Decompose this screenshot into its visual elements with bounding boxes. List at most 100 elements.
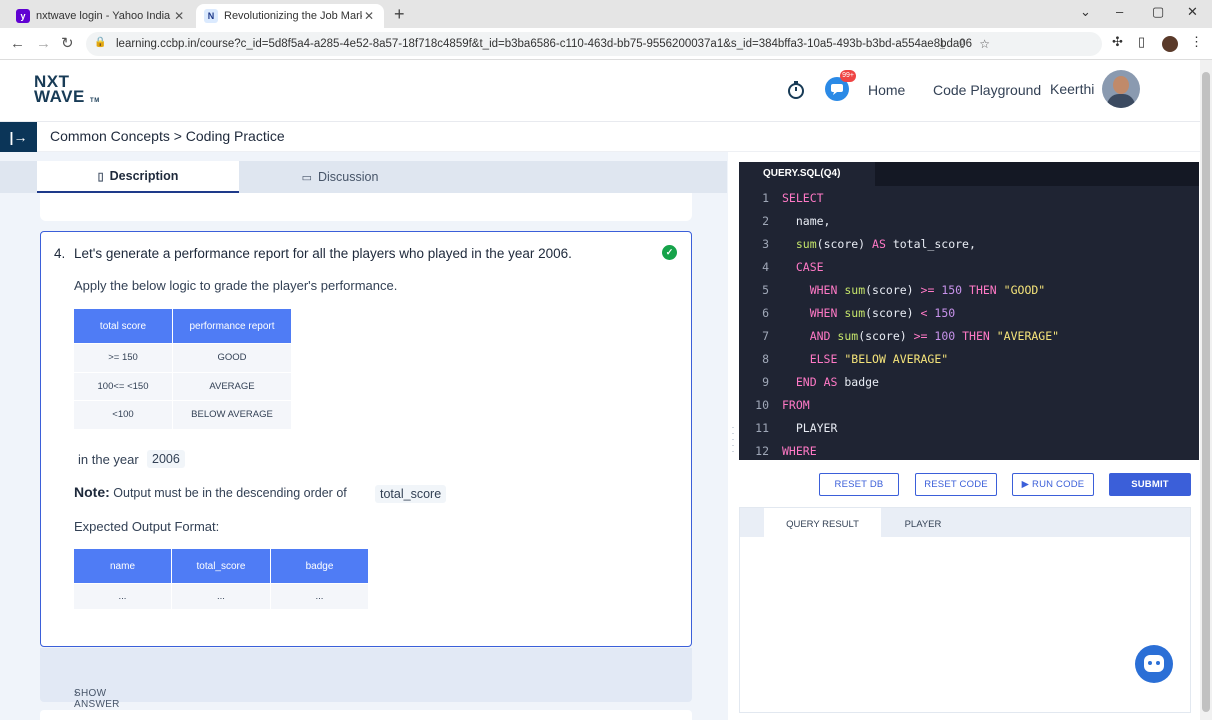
description-panel: ▯ Description ▭ Discussion 4. Let's gene… bbox=[0, 152, 728, 720]
reload-icon[interactable]: ↻ bbox=[61, 35, 74, 53]
maximize-icon[interactable]: ▢ bbox=[1152, 4, 1164, 20]
table-cell: ... bbox=[172, 583, 270, 609]
line-number: 6 bbox=[762, 306, 769, 320]
line-number: 3 bbox=[762, 237, 769, 251]
table-cell: >= 150 bbox=[74, 343, 172, 372]
code-line: 12 WHERE bbox=[739, 440, 1199, 463]
note-text: Note: Output must be in the descending o… bbox=[74, 484, 347, 500]
browser-menu-icon[interactable]: ⋮ bbox=[1190, 34, 1203, 50]
tab-search-icon[interactable]: ⌄ bbox=[1080, 4, 1091, 20]
url-field[interactable]: 🔒 learning.ccbp.in/course?c_id=5d8f5a4-a… bbox=[86, 32, 1102, 56]
line-number: 12 bbox=[755, 444, 769, 458]
code-line: 2 name, bbox=[739, 210, 1199, 233]
forward-icon[interactable]: → bbox=[36, 35, 51, 53]
code-line: 11 PLAYER bbox=[739, 417, 1199, 440]
table-cell: GOOD bbox=[173, 343, 291, 372]
nxtwave-favicon-icon: N bbox=[204, 9, 218, 23]
nav-code-playground[interactable]: Code Playground bbox=[933, 82, 1041, 98]
line-number: 7 bbox=[762, 329, 769, 343]
line-number: 8 bbox=[762, 352, 769, 366]
tab-description-label: Description bbox=[109, 169, 179, 183]
close-tab-icon[interactable]: ✕ bbox=[172, 9, 186, 23]
code-line: 6 WHEN sum(score) < 150 bbox=[739, 302, 1199, 325]
profile-icon[interactable] bbox=[1162, 36, 1178, 52]
tab-player[interactable]: PLAYER bbox=[881, 508, 965, 537]
browser-tab-label: Revolutionizing the Job Market | bbox=[224, 10, 362, 22]
table-row: ... ... ... bbox=[74, 583, 368, 609]
table-cell: BELOW AVERAGE bbox=[173, 400, 291, 429]
nav-home[interactable]: Home bbox=[868, 82, 905, 98]
table-cell: <100 bbox=[74, 400, 172, 429]
chatbot-button[interactable] bbox=[1135, 645, 1173, 683]
tab-discussion-label: Discussion bbox=[317, 170, 379, 184]
editor-tab-bar: QUERY.SQL(Q4) bbox=[739, 162, 1199, 186]
line-number: 4 bbox=[762, 260, 769, 274]
table-cell: ... bbox=[74, 583, 171, 609]
comment-icon: ▭ bbox=[301, 171, 312, 184]
avatar[interactable] bbox=[1102, 70, 1140, 108]
code-line: 5 WHEN sum(score) >= 150 THEN "GOOD" bbox=[739, 279, 1199, 302]
close-window-icon[interactable]: ✕ bbox=[1187, 4, 1198, 20]
next-question-card bbox=[40, 710, 692, 720]
resize-handle[interactable]: · · · · · bbox=[731, 423, 735, 456]
completed-check-icon: ✓ bbox=[662, 245, 677, 260]
url-text: learning.ccbp.in/course?c_id=5d8f5a4-a28… bbox=[116, 38, 973, 50]
line-number: 11 bbox=[755, 421, 769, 435]
result-tabs: QUERY RESULT PLAYER bbox=[740, 508, 1190, 537]
table-header: performance report bbox=[173, 309, 291, 343]
browser-tab-yahoo[interactable]: y nxtwave login - Yahoo India Sea ✕ bbox=[8, 4, 194, 28]
code-editor[interactable]: QUERY.SQL(Q4) 1 SELECT 2 name, 3 sum(scor… bbox=[739, 162, 1199, 460]
show-answer-bar: SHOW ANSWER › bbox=[40, 648, 692, 710]
minimize-icon[interactable]: – bbox=[1116, 4, 1123, 19]
sidebar-toggle-icon[interactable]: ▯ bbox=[1138, 34, 1145, 50]
reset-code-button[interactable]: RESET CODE bbox=[915, 473, 997, 496]
code-line: 8 ELSE "BELOW AVERAGE" bbox=[739, 348, 1199, 371]
extensions-icon[interactable]: ✣ bbox=[1112, 34, 1123, 50]
submit-button[interactable]: SUBMIT bbox=[1109, 473, 1191, 496]
share-icon[interactable]: ⇪ bbox=[957, 37, 967, 51]
tab-description[interactable]: ▯ Description bbox=[37, 161, 239, 193]
yahoo-favicon-icon: y bbox=[16, 9, 30, 23]
apply-logic-text: Apply the below logic to grade the playe… bbox=[74, 278, 398, 293]
tab-query-sql[interactable]: QUERY.SQL(Q4) bbox=[739, 162, 875, 186]
document-icon: ▯ bbox=[97, 170, 104, 183]
back-icon[interactable]: ← bbox=[10, 35, 25, 53]
question-text: Let's generate a performance report for … bbox=[74, 246, 572, 261]
run-code-label: RUN CODE bbox=[1032, 479, 1085, 490]
panel-tabs: ▯ Description ▭ Discussion bbox=[0, 161, 727, 193]
nxtwave-logo[interactable]: NXT WAVE TM bbox=[34, 73, 104, 108]
note-body: Output must be in the descending order o… bbox=[113, 486, 347, 500]
lock-icon: 🔒 bbox=[94, 37, 107, 48]
new-tab-icon[interactable]: + bbox=[394, 4, 405, 24]
table-cell: 100<= <150 bbox=[74, 371, 172, 400]
bookmark-star-icon[interactable]: ☆ bbox=[979, 37, 990, 51]
tab-discussion[interactable]: ▭ Discussion bbox=[239, 161, 441, 193]
table-cell: AVERAGE bbox=[173, 371, 291, 400]
run-code-button[interactable]: ▶ RUN CODE bbox=[1012, 473, 1094, 496]
tab-query-result[interactable]: QUERY RESULT bbox=[764, 508, 881, 537]
line-number: 1 bbox=[762, 191, 769, 205]
year-label: in the year bbox=[78, 452, 139, 467]
code-line: 10 FROM bbox=[739, 394, 1199, 417]
browser-tab-label: nxtwave login - Yahoo India Sea bbox=[36, 10, 172, 22]
timer-icon[interactable] bbox=[786, 80, 806, 105]
close-tab-icon[interactable]: ✕ bbox=[362, 9, 376, 23]
table-row: 100<= <150 AVERAGE bbox=[74, 371, 291, 400]
page-scrollbar[interactable] bbox=[1200, 60, 1212, 720]
table-header: name bbox=[74, 549, 171, 583]
code-line: 1 SELECT bbox=[739, 187, 1199, 210]
table-header: total_score bbox=[172, 549, 270, 583]
code-area[interactable]: 1 SELECT 2 name, 3 sum(score) AS total_sc… bbox=[739, 187, 1199, 463]
reset-db-button[interactable]: RESET DB bbox=[819, 473, 899, 496]
play-icon: ▶ bbox=[1021, 479, 1030, 490]
expand-sidebar-icon[interactable]: |→ bbox=[0, 122, 37, 152]
browser-tab-nxtwave[interactable]: N Revolutionizing the Job Market | ✕ bbox=[196, 4, 384, 28]
table-row: >= 150 GOOD bbox=[74, 343, 291, 372]
code-line: 9 END AS badge bbox=[739, 371, 1199, 394]
breadcrumb[interactable]: Common Concepts > Coding Practice bbox=[50, 128, 285, 144]
install-icon[interactable]: ⤓ bbox=[940, 37, 945, 52]
grade-table: total score performance report >= 150 GO… bbox=[73, 309, 292, 429]
user-name[interactable]: Keerthi bbox=[1050, 81, 1094, 97]
app-header: NXT WAVE TM 99+ Home Code Playground Kee… bbox=[0, 60, 1200, 122]
robot-icon bbox=[1144, 655, 1164, 672]
